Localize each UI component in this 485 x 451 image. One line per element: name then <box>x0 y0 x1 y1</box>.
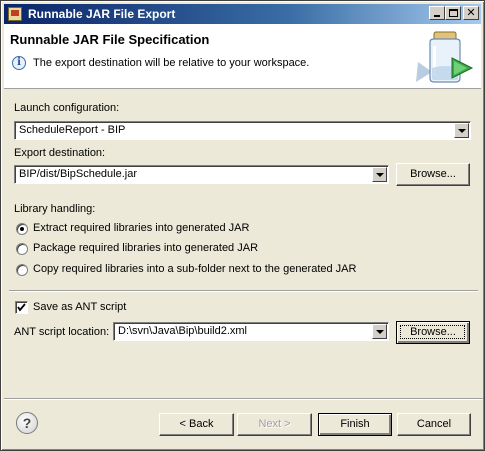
close-button[interactable]: ✕ <box>463 6 479 20</box>
banner-message: The export destination will be relative … <box>33 57 310 69</box>
export-browse-button[interactable]: Browse... <box>396 163 470 186</box>
footer-divider <box>4 398 483 400</box>
library-option-extract-label[interactable]: Extract required libraries into generate… <box>33 222 249 234</box>
window-title: Runnable JAR File Export <box>28 7 176 21</box>
cancel-button[interactable]: Cancel <box>397 413 471 436</box>
next-button[interactable]: Next > <box>237 413 312 436</box>
info-icon: i <box>12 56 26 70</box>
launch-config-value: ScheduleReport - BIP <box>19 124 126 136</box>
library-handling-label: Library handling: <box>14 203 96 215</box>
chevron-down-icon[interactable] <box>454 123 469 138</box>
help-icon[interactable]: ? <box>16 412 38 434</box>
export-destination-select[interactable]: BIP/dist/BipSchedule.jar <box>14 165 389 184</box>
library-option-copy-label[interactable]: Copy required libraries into a sub-folde… <box>33 263 356 275</box>
launch-config-select[interactable]: ScheduleReport - BIP <box>14 121 471 140</box>
library-option-extract-radio[interactable] <box>16 223 28 235</box>
ant-location-value: D:\svn\Java\Bip\build2.xml <box>118 325 247 337</box>
export-destination-label: Export destination: <box>14 147 106 159</box>
chevron-down-icon[interactable] <box>372 324 387 339</box>
jar-wizard-icon <box>416 31 474 83</box>
library-option-copy-radio[interactable] <box>16 264 28 276</box>
maximize-icon <box>449 9 458 17</box>
back-button[interactable]: < Back <box>159 413 234 436</box>
maximize-button[interactable] <box>445 6 461 20</box>
checkmark-icon <box>17 303 26 312</box>
finish-button[interactable]: Finish <box>318 413 392 436</box>
library-option-package-radio[interactable] <box>16 243 28 255</box>
save-ant-label[interactable]: Save as ANT script <box>33 301 126 313</box>
launch-config-label: Launch configuration: <box>14 102 120 114</box>
minimize-icon <box>434 15 440 17</box>
chevron-down-icon[interactable] <box>372 167 387 182</box>
ant-location-label: ANT script location: <box>14 326 110 338</box>
ant-browse-button[interactable]: Browse... <box>396 321 470 344</box>
page-title: Runnable JAR File Specification <box>10 32 210 47</box>
export-destination-value: BIP/dist/BipSchedule.jar <box>19 168 138 180</box>
save-ant-checkbox[interactable] <box>15 301 28 314</box>
app-icon <box>8 7 22 21</box>
ant-location-select[interactable]: D:\svn\Java\Bip\build2.xml <box>113 322 389 341</box>
section-divider <box>9 290 478 292</box>
export-dialog: Runnable JAR File Export ✕ Runnable JAR … <box>0 0 485 451</box>
minimize-button[interactable] <box>429 6 445 20</box>
close-icon: ✕ <box>466 6 476 19</box>
title-bar[interactable]: Runnable JAR File Export ✕ <box>4 4 481 24</box>
wizard-banner: Runnable JAR File Specification i The ex… <box>4 24 481 89</box>
library-option-package-label[interactable]: Package required libraries into generate… <box>33 242 258 254</box>
